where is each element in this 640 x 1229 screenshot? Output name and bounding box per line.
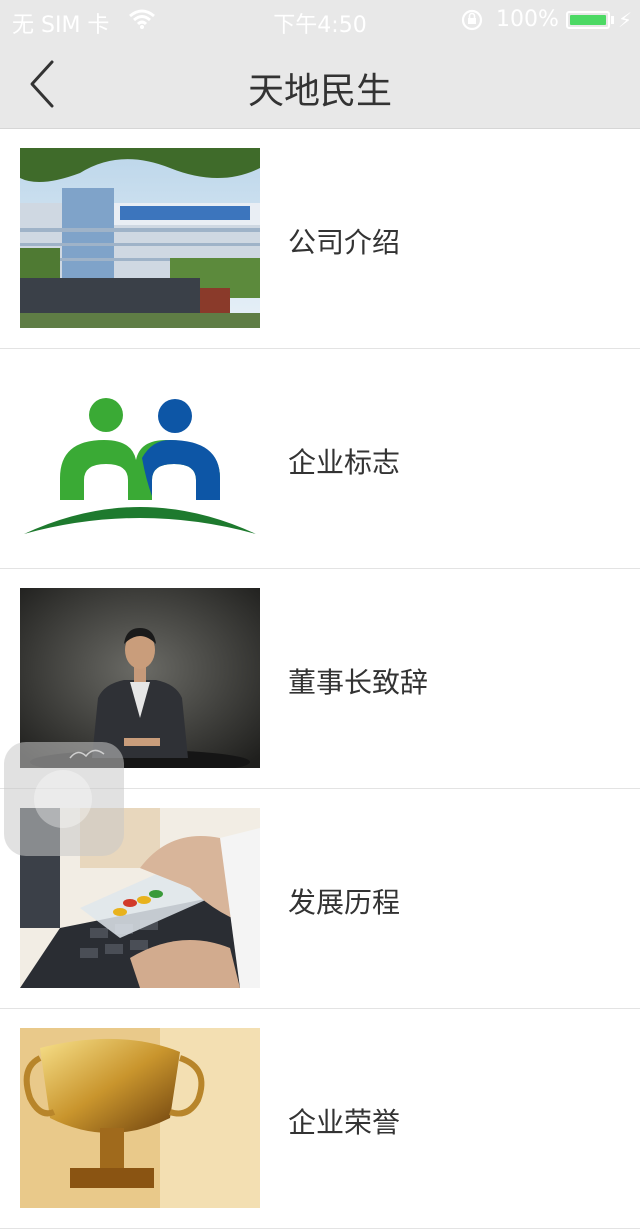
page-title: 天地民生 <box>247 71 392 112</box>
status-bar: 无 SIM 卡 下午4:50 100% ⚡ <box>0 0 640 40</box>
list-item-company-intro[interactable]: 公司介绍 <box>0 129 640 349</box>
battery-icon <box>566 11 610 29</box>
rotation-lock-icon <box>461 9 483 31</box>
list-item-corporate-honors[interactable]: 企业荣誉 <box>0 1009 640 1229</box>
navigation-bar: 天地民生 <box>0 40 640 129</box>
trophy-photo <box>20 1028 260 1208</box>
list-item-label: 企业荣誉 <box>288 1106 401 1139</box>
list-item-corporate-logo[interactable]: 企业标志 <box>0 349 640 569</box>
battery-level-fill <box>570 15 606 25</box>
list-item-label: 企业标志 <box>288 446 401 479</box>
company-building-photo <box>20 148 260 328</box>
chairman-portrait <box>20 588 260 768</box>
assistive-touch-icon <box>34 770 92 828</box>
company-logo <box>20 368 260 548</box>
charging-icon: ⚡ <box>618 8 633 32</box>
battery-percent: 100% <box>496 7 559 32</box>
list-item-label: 董事长致辞 <box>288 666 429 699</box>
battery-tip <box>611 16 614 24</box>
menu-list: 公司介绍 企业标志 董事长致辞 发展历程 企业荣誉 <box>0 129 640 1229</box>
assistive-touch-button[interactable] <box>4 742 124 856</box>
list-item-label: 公司介绍 <box>288 226 401 259</box>
list-item-label: 发展历程 <box>288 886 401 919</box>
